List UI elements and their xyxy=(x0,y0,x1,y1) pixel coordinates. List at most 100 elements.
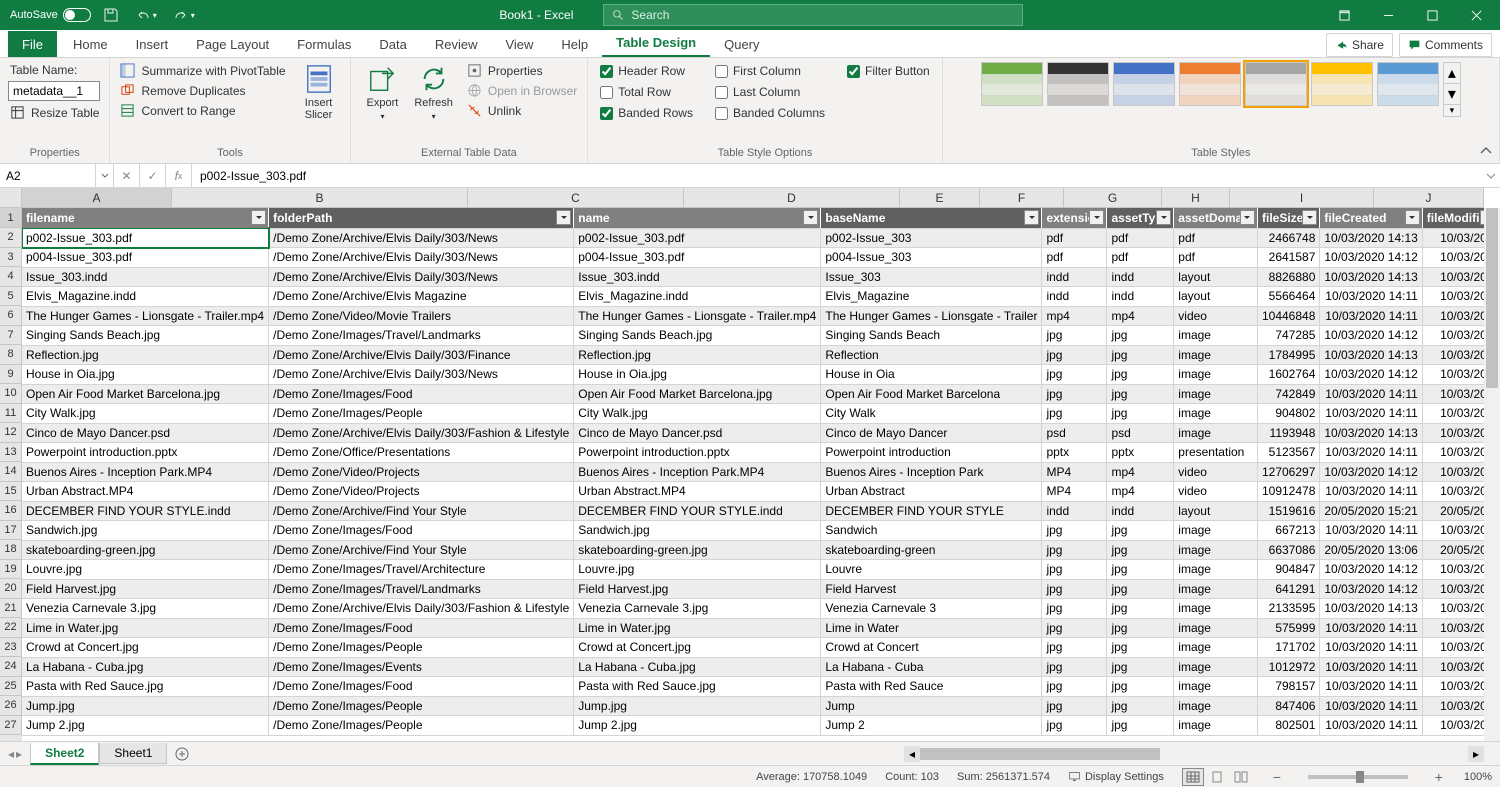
row-header-8[interactable]: 8 xyxy=(0,345,22,365)
cell-H22[interactable]: 575999 xyxy=(1257,618,1319,638)
maximize-button[interactable] xyxy=(1412,0,1452,30)
table-header-assetType[interactable]: assetType xyxy=(1107,208,1174,228)
cell-D19[interactable]: Louvre xyxy=(821,560,1042,580)
table-style-swatch[interactable] xyxy=(1311,62,1373,106)
cell-F8[interactable]: jpg xyxy=(1107,345,1174,365)
cell-J17[interactable]: 10/03/202 xyxy=(1422,521,1484,541)
remove-duplicates-button[interactable]: Remove Duplicates xyxy=(118,82,287,99)
row-header-20[interactable]: 20 xyxy=(0,579,22,599)
ribbon-tab-view[interactable]: View xyxy=(491,31,547,57)
row-header-10[interactable]: 10 xyxy=(0,384,22,404)
cell-D4[interactable]: Issue_303 xyxy=(821,267,1042,287)
cell-A7[interactable]: Singing Sands Beach.jpg xyxy=(22,326,269,346)
cell-E19[interactable]: jpg xyxy=(1042,560,1107,580)
cell-C12[interactable]: Cinco de Mayo Dancer.psd xyxy=(574,423,821,443)
cell-B12[interactable]: /Demo Zone/Archive/Elvis Daily/303/Fashi… xyxy=(269,423,574,443)
cell-C6[interactable]: The Hunger Games - Lionsgate - Trailer.m… xyxy=(574,306,821,326)
cell-B15[interactable]: /Demo Zone/Video/Projects xyxy=(269,482,574,502)
cell-J9[interactable]: 10/03/202 xyxy=(1422,365,1484,385)
cell-F5[interactable]: indd xyxy=(1107,287,1174,307)
cell-F24[interactable]: jpg xyxy=(1107,657,1174,677)
cell-A13[interactable]: Powerpoint introduction.pptx xyxy=(22,443,269,463)
cell-J16[interactable]: 20/05/202 xyxy=(1422,501,1484,521)
table-style-swatch[interactable] xyxy=(1047,62,1109,106)
cell-A22[interactable]: Lime in Water.jpg xyxy=(22,618,269,638)
sheet-tab-sheet1[interactable]: Sheet1 xyxy=(99,743,167,764)
cell-H5[interactable]: 5566464 xyxy=(1257,287,1319,307)
cell-G13[interactable]: presentation xyxy=(1174,443,1258,463)
ribbon-tab-help[interactable]: Help xyxy=(547,31,602,57)
cell-J8[interactable]: 10/03/202 xyxy=(1422,345,1484,365)
cell-H19[interactable]: 904847 xyxy=(1257,560,1319,580)
cell-I16[interactable]: 20/05/2020 15:21 xyxy=(1320,501,1422,521)
cell-B23[interactable]: /Demo Zone/Images/People xyxy=(269,638,574,658)
cell-A2[interactable]: p002-Issue_303.pdf xyxy=(22,228,269,248)
cell-A15[interactable]: Urban Abstract.MP4 xyxy=(22,482,269,502)
sheet-nav-next[interactable]: ▸ xyxy=(16,747,22,761)
row-header-21[interactable]: 21 xyxy=(0,599,22,619)
cell-H14[interactable]: 12706297 xyxy=(1257,462,1319,482)
cell-D15[interactable]: Urban Abstract xyxy=(821,482,1042,502)
cell-J24[interactable]: 10/03/202 xyxy=(1422,657,1484,677)
cell-D7[interactable]: Singing Sands Beach xyxy=(821,326,1042,346)
cell-I8[interactable]: 10/03/2020 14:13 xyxy=(1320,345,1422,365)
cell-J12[interactable]: 10/03/202 xyxy=(1422,423,1484,443)
row-header-13[interactable]: 13 xyxy=(0,443,22,463)
cancel-formula-button[interactable]: ✕ xyxy=(114,164,140,187)
cell-J11[interactable]: 10/03/202 xyxy=(1422,404,1484,424)
cell-J6[interactable]: 10/03/202 xyxy=(1422,306,1484,326)
unlink-button[interactable]: Unlink xyxy=(465,102,579,119)
cell-F3[interactable]: pdf xyxy=(1107,248,1174,268)
cell-A17[interactable]: Sandwich.jpg xyxy=(22,521,269,541)
cell-A23[interactable]: Crowd at Concert.jpg xyxy=(22,638,269,658)
search-box[interactable]: Search xyxy=(603,4,1023,26)
ribbon-display-options-button[interactable] xyxy=(1324,0,1364,30)
undo-button[interactable]: ▾ xyxy=(131,7,161,23)
cell-E2[interactable]: pdf xyxy=(1042,228,1107,248)
row-header-3[interactable]: 3 xyxy=(0,248,22,268)
column-header-B[interactable]: B xyxy=(172,188,468,208)
cell-E11[interactable]: jpg xyxy=(1042,404,1107,424)
cell-G8[interactable]: image xyxy=(1174,345,1258,365)
cell-G6[interactable]: video xyxy=(1174,306,1258,326)
cell-G5[interactable]: layout xyxy=(1174,287,1258,307)
cell-J19[interactable]: 10/03/202 xyxy=(1422,560,1484,580)
last-column-checkbox[interactable]: Last Column xyxy=(711,83,829,101)
cell-D18[interactable]: skateboarding-green xyxy=(821,540,1042,560)
cell-C16[interactable]: DECEMBER FIND YOUR STYLE.indd xyxy=(574,501,821,521)
cell-F23[interactable]: jpg xyxy=(1107,638,1174,658)
cell-G22[interactable]: image xyxy=(1174,618,1258,638)
cell-I4[interactable]: 10/03/2020 14:13 xyxy=(1320,267,1422,287)
autosave-toggle[interactable]: AutoSave xyxy=(10,8,91,22)
cell-E16[interactable]: indd xyxy=(1042,501,1107,521)
cell-A3[interactable]: p004-Issue_303.pdf xyxy=(22,248,269,268)
cell-G21[interactable]: image xyxy=(1174,599,1258,619)
ribbon-tab-review[interactable]: Review xyxy=(421,31,492,57)
row-header-4[interactable]: 4 xyxy=(0,267,22,287)
filter-button[interactable] xyxy=(1089,210,1104,225)
cell-H24[interactable]: 1012972 xyxy=(1257,657,1319,677)
cell-F21[interactable]: jpg xyxy=(1107,599,1174,619)
formula-input[interactable]: p002-Issue_303.pdf xyxy=(192,164,1482,187)
ribbon-tab-page-layout[interactable]: Page Layout xyxy=(182,31,283,57)
scrollbar-thumb[interactable] xyxy=(920,748,1160,760)
cell-J4[interactable]: 10/03/202 xyxy=(1422,267,1484,287)
header-row-checkbox[interactable]: Header Row xyxy=(596,62,697,80)
scroll-right-button[interactable]: ▸ xyxy=(1468,746,1484,762)
row-header-16[interactable]: 16 xyxy=(0,501,22,521)
minimize-button[interactable] xyxy=(1368,0,1408,30)
cell-C19[interactable]: Louvre.jpg xyxy=(574,560,821,580)
table-header-folderPath[interactable]: folderPath xyxy=(269,208,574,228)
sheet-tab-sheet2[interactable]: Sheet2 xyxy=(30,743,99,765)
cell-C24[interactable]: La Habana - Cuba.jpg xyxy=(574,657,821,677)
row-header-19[interactable]: 19 xyxy=(0,560,22,580)
table-header-fileModified[interactable]: fileModified xyxy=(1422,208,1484,228)
cell-B8[interactable]: /Demo Zone/Archive/Elvis Daily/303/Finan… xyxy=(269,345,574,365)
cell-I21[interactable]: 10/03/2020 14:13 xyxy=(1320,599,1422,619)
cell-J7[interactable]: 10/03/202 xyxy=(1422,326,1484,346)
table-header-fileCreated[interactable]: fileCreated xyxy=(1320,208,1422,228)
cell-G4[interactable]: layout xyxy=(1174,267,1258,287)
style-gallery-more[interactable]: ▴▾▾ xyxy=(1443,62,1461,117)
cell-E24[interactable]: jpg xyxy=(1042,657,1107,677)
column-header-A[interactable]: A xyxy=(22,188,172,208)
